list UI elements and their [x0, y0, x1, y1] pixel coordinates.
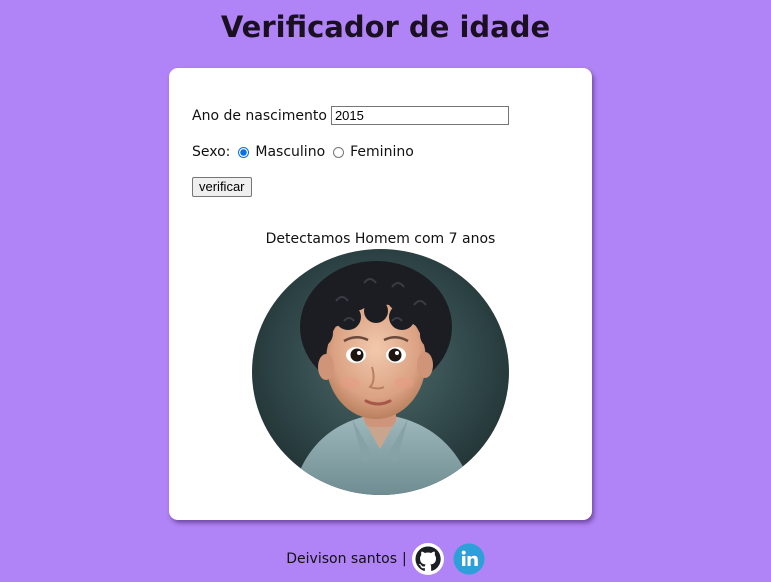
child-portrait-image	[252, 249, 509, 495]
github-icon[interactable]	[411, 543, 444, 575]
radio-feminino[interactable]	[333, 146, 345, 158]
footer-separator: |	[402, 551, 407, 567]
radio-feminino-label[interactable]: Feminino	[350, 144, 414, 160]
author-name: Deivison santos	[286, 551, 398, 567]
linkedin-icon[interactable]	[453, 543, 485, 575]
radio-masculino[interactable]	[238, 146, 250, 158]
result-text: Detectamos Homem com 7 anos	[265, 231, 496, 247]
page-title: Verificador de idade	[220, 10, 551, 44]
verifier-card: Ano de nascimento Sexo: Masculino Femini…	[169, 68, 592, 520]
birth-year-label: Ano de nascimento	[192, 107, 327, 124]
radio-masculino-label[interactable]: Masculino	[255, 144, 325, 160]
birth-year-row: Ano de nascimento	[192, 106, 509, 125]
submit-row: verificar	[192, 177, 252, 197]
footer: Deivison santos |	[0, 543, 771, 575]
sex-row: Sexo: Masculino Feminino	[192, 144, 414, 160]
result-photo	[252, 249, 509, 495]
verify-button[interactable]: verificar	[192, 177, 252, 197]
sex-label: Sexo:	[192, 144, 231, 160]
birth-year-input[interactable]	[330, 106, 509, 125]
